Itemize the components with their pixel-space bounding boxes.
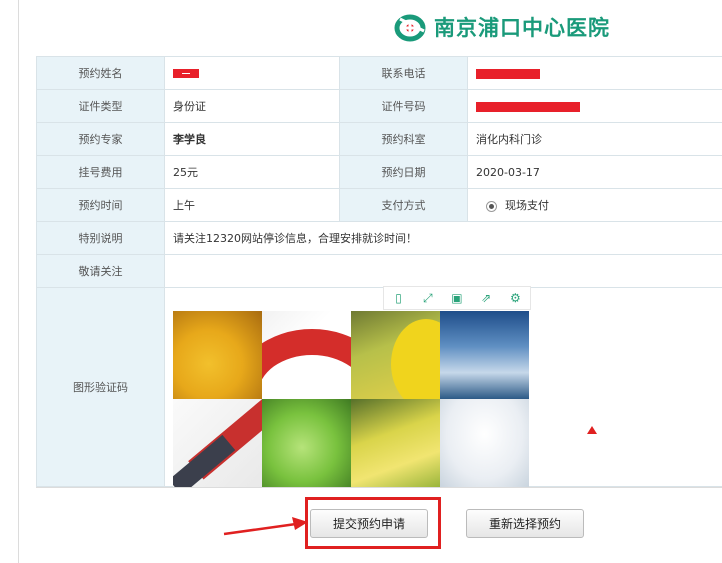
form-row-fee: 挂号费用 25元 预约日期 2020-03-17 [36,155,722,189]
save-icon[interactable]: ▣ [450,291,463,305]
captcha-tile[interactable] [262,399,351,487]
captcha-tile[interactable] [351,311,440,399]
id-number-value [467,89,722,123]
hospital-emblem-icon [394,14,426,42]
doctor-value: 李学良 [164,122,340,156]
captcha-image-grid [173,311,529,487]
share-icon[interactable]: ⇗ [480,291,493,305]
captcha-tile[interactable] [440,399,529,487]
header: 南京浦口中心医院 [36,0,722,57]
fee-value: 25元 [164,155,340,189]
form-row-id-type: 证件类型 身份证 证件号码 [36,89,722,123]
red-triangle-marker-icon [587,426,597,434]
form-row-special: 特别说明 请关注12320网站停诊信息，合理安排就诊时间！ [36,221,722,255]
reselect-appointment-button[interactable]: 重新选择预约 [466,509,584,538]
field-label: 敬请关注 [36,254,165,288]
attention-value [164,254,722,288]
appointment-form: 预约姓名 联系电话 证件类型 身份证 证件号码 预约专家 李学良 预约科室 消化… [36,56,722,487]
form-row-time: 预约时间 上午 支付方式 现场支付 [36,188,722,222]
captcha-tile[interactable] [351,399,440,487]
captcha-tile[interactable] [173,399,262,487]
hospital-logo: 南京浦口中心医院 [394,9,610,45]
form-row-name: 预约姓名 联系电话 [36,56,722,90]
captcha-toolbar: ▯ ⤢ ▣ ⇗ ⚙ [383,286,531,310]
settings-icon[interactable]: ⚙ [509,291,522,305]
captcha-tile[interactable] [173,311,262,399]
patient-name-value [164,56,340,90]
form-row-doctor: 预约专家 李学良 预约科室 消化内科门诊 [36,122,722,156]
field-label: 预约专家 [36,122,165,156]
field-label: 预约时间 [36,188,165,222]
payment-method-label: 现场支付 [505,199,549,212]
field-label: 挂号费用 [36,155,165,189]
submit-appointment-button[interactable]: 提交预约申请 [310,509,428,538]
form-row-captcha: 图形验证码 选中图片中的"吸铁石" ▯ ⤢ ▣ ⇗ ⚙ [36,286,722,487]
left-border [18,0,19,563]
field-label: 预约日期 [339,155,468,189]
special-notice: 请关注12320网站停诊信息，合理安排就诊时间！ [164,221,722,255]
captcha-tile[interactable] [440,311,529,399]
id-type-value: 身份证 [164,89,340,123]
hospital-name: 南京浦口中心医院 [434,16,610,40]
field-label: 特别说明 [36,221,165,255]
payment-radio[interactable] [486,200,497,212]
captcha-tile[interactable] [262,311,351,399]
field-label: 图形验证码 [36,287,165,487]
red-arrow-annotation-icon [223,517,308,536]
redacted-name [173,69,199,78]
redacted-phone [476,68,540,79]
field-label: 支付方式 [339,188,468,222]
time-value: 上午 [164,188,340,222]
captcha-area: 选中图片中的"吸铁石" ▯ ⤢ ▣ ⇗ ⚙ [164,286,722,487]
divider [36,487,722,488]
copy-icon[interactable]: ▯ [392,291,405,305]
field-label: 联系电话 [339,56,468,90]
phone-value [467,56,722,90]
field-label: 预约科室 [339,122,468,156]
field-label: 证件类型 [36,89,165,123]
payment-option[interactable]: 现场支付 [467,188,722,222]
date-value: 2020-03-17 [467,155,722,189]
form-row-attention: 敬请关注 [36,254,722,288]
redacted-id-number [476,101,580,112]
department-value: 消化内科门诊 [467,122,722,156]
field-label: 预约姓名 [36,56,165,90]
field-label: 证件号码 [339,89,468,123]
expand-icon[interactable]: ⤢ [421,291,434,305]
